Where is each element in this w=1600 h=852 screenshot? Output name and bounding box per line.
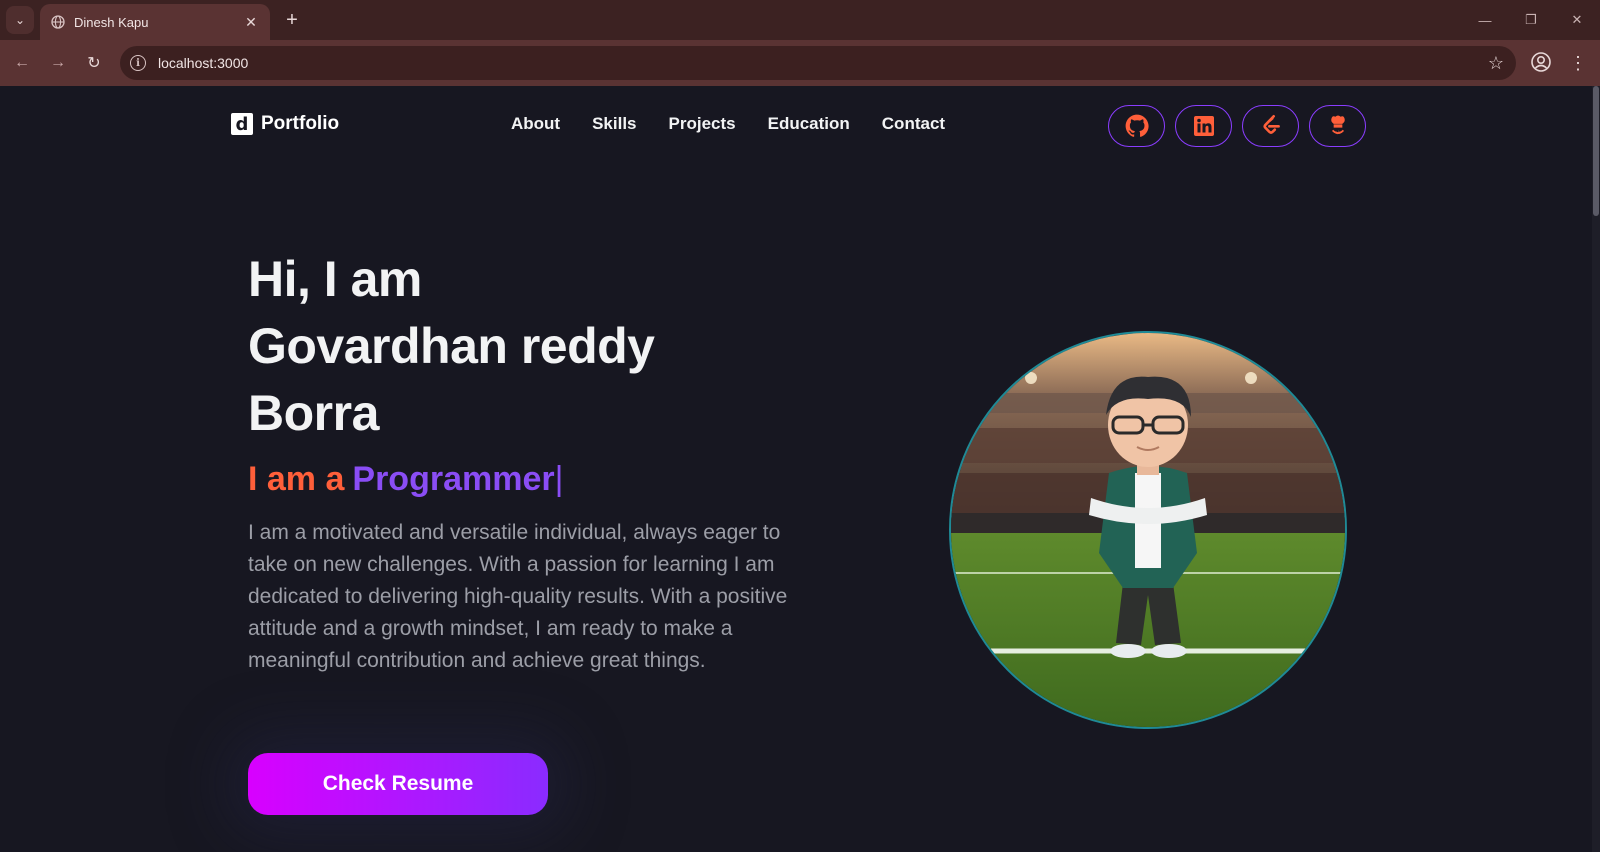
browser-menu-button[interactable]: ⋮ [1568,51,1588,75]
browser-tab[interactable]: Dinesh Kapu ✕ [40,4,270,40]
close-icon[interactable]: ✕ [242,14,260,31]
browser-toolbar: ← → ↻ i localhost:3000 ☆ [0,40,1600,86]
chevron-down-icon: ⌄ [14,13,26,27]
svg-text:</>: </> [1333,130,1342,136]
url-text[interactable]: localhost:3000 [158,55,1488,71]
hero-title: Hi, I am Govardhan reddy Borra [248,246,808,447]
restore-icon: ❐ [1525,12,1537,27]
leetcode-button[interactable] [1242,105,1299,147]
logo-text: Portfolio [261,113,340,134]
reload-button[interactable]: ↻ [82,51,106,75]
codechef-icon: </> [1330,115,1345,136]
minimize-icon: — [1478,12,1492,28]
scrollbar-thumb[interactable] [1593,86,1599,216]
nav-link-contact[interactable]: Contact [882,114,945,134]
globe-icon [50,14,66,30]
forward-button[interactable]: → [46,51,70,75]
profile-button[interactable] [1530,51,1554,75]
info-icon[interactable]: i [130,55,146,71]
new-tab-button[interactable]: + [280,8,304,32]
restore-button[interactable]: ❐ [1516,8,1546,32]
subtitle-role: Programmer [352,460,555,498]
typing-caret: | [554,460,564,498]
hero-text: Hi, I am Govardhan reddy Borra I am a Pro… [248,246,808,677]
nav-menu: About Skills Projects Education Contact [511,114,945,134]
leetcode-icon [1262,114,1280,134]
back-arrow-icon: ← [14,54,30,71]
plus-icon: + [286,8,298,31]
nav-link-skills[interactable]: Skills [592,114,636,134]
kebab-menu-icon: ⋮ [1569,52,1587,73]
hero-description: I am a motivated and versatile individua… [248,521,788,672]
nav-link-projects[interactable]: Projects [669,114,736,134]
subtitle-lead: I am a [248,460,345,498]
close-window-icon: ✕ [1571,12,1583,27]
nav-link-about[interactable]: About [511,114,560,134]
star-icon[interactable]: ☆ [1488,53,1504,74]
social-links: </> [1108,105,1366,147]
site-navbar: d Portfolio About Skills Projects Educat… [0,86,1592,166]
minimize-button[interactable]: — [1470,8,1500,32]
linkedin-button[interactable] [1175,105,1232,147]
address-bar[interactable]: i localhost:3000 ☆ [120,46,1516,80]
tab-list-button[interactable]: ⌄ [6,6,34,34]
forward-arrow-icon: → [50,54,66,71]
page-scrollbar[interactable] [1592,86,1600,852]
github-icon [1125,114,1149,137]
nav-link-education[interactable]: Education [768,114,850,134]
hero-title-line: Borra [248,385,379,441]
hero-title-line: Hi, I am [248,251,422,307]
codechef-button[interactable]: </> [1309,105,1366,147]
hero-subtitle: I am a Programmer| [248,457,808,501]
profile-icon [1531,52,1551,72]
avatar-image [949,331,1347,729]
close-window-button[interactable]: ✕ [1562,8,1592,32]
logo-mark: d [231,113,253,135]
hero-title-line: Govardhan reddy [248,318,655,374]
site-logo[interactable]: d Portfolio [231,113,339,135]
back-button[interactable]: ← [10,51,34,75]
browser-tab-bar: ⌄ Dinesh Kapu ✕ + — ❐ ✕ [0,0,1600,40]
page-viewport: d Portfolio About Skills Projects Educat… [0,86,1600,852]
linkedin-icon [1193,116,1214,136]
tab-title: Dinesh Kapu [74,14,149,30]
check-resume-button[interactable]: Check Resume [248,753,548,815]
github-button[interactable] [1108,105,1165,147]
reload-icon: ↻ [87,55,101,72]
